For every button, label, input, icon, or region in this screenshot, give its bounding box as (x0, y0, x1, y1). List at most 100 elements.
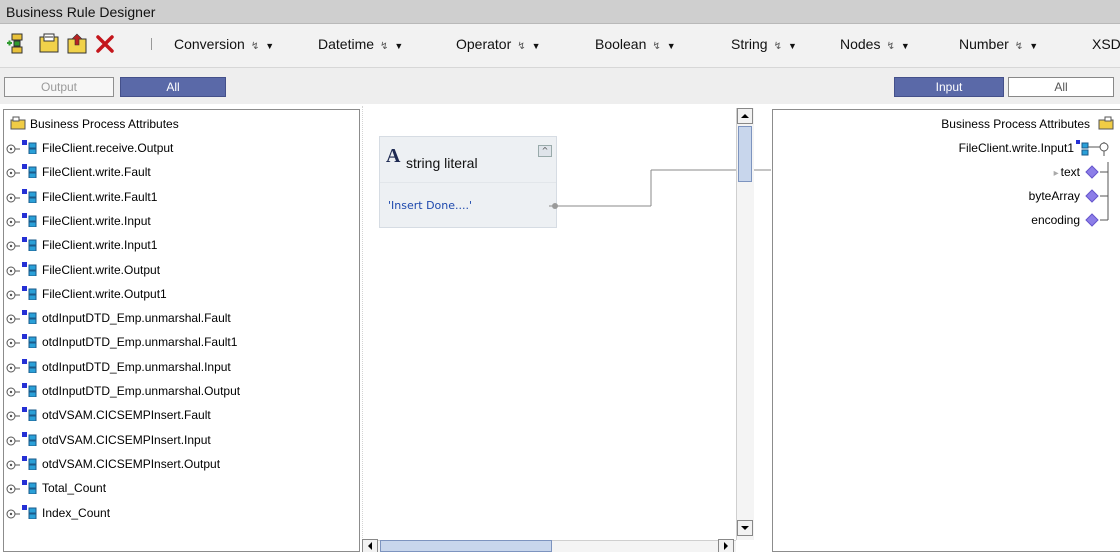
scroll-up-icon[interactable] (737, 108, 753, 124)
node-icon (22, 188, 37, 203)
tab-all-right[interactable]: All (1008, 77, 1114, 97)
input-field-encoding-label: encoding (1031, 213, 1080, 227)
tree-root-label: Business Process Attributes (30, 117, 179, 131)
node-icon (22, 431, 37, 446)
node-icon (22, 285, 37, 300)
node-icon (22, 504, 37, 519)
menu-datetime-label: Datetime (318, 36, 375, 52)
menu-xsd[interactable]: XSD (1092, 36, 1120, 52)
expand-handle-icon[interactable] (6, 290, 20, 300)
expand-handle-icon[interactable] (6, 338, 20, 348)
mapping-connector (549, 169, 771, 209)
dropdown-arrow-icon: ▼ (787, 41, 797, 51)
expand-handle-icon[interactable] (6, 168, 20, 178)
view-tabs-row: Output All Input All (0, 68, 1120, 104)
horizontal-scroll-thumb[interactable] (380, 540, 552, 552)
menu-boolean[interactable]: Boolean ↯ ▼ (595, 36, 676, 52)
tree-item-label: FileClient.write.Input (42, 213, 151, 228)
expand-handle-icon[interactable] (6, 314, 20, 324)
tree-item-label: otdInputDTD_Emp.unmarshal.Output (42, 384, 241, 398)
scroll-right-icon[interactable] (718, 539, 734, 552)
tab-all-left[interactable]: All (120, 77, 226, 97)
menu-string-label: String (731, 36, 768, 52)
tree-item-label: FileClient.receive.Output (42, 141, 174, 155)
expand-handle-icon[interactable] (6, 266, 20, 276)
input-field-encoding[interactable]: encoding (1031, 210, 1080, 230)
connected-arrow-icon: ▸ (1053, 168, 1059, 179)
chevron-down-icon: ↯ (517, 41, 526, 52)
node-icon (22, 407, 37, 422)
node-icon (1076, 140, 1109, 156)
menu-datetime[interactable]: Datetime ↯ ▼ (318, 36, 403, 52)
input-field-text[interactable]: ▸ text (1054, 162, 1080, 182)
menu-xsd-label: XSD (1092, 36, 1120, 52)
menu-boolean-label: Boolean (595, 36, 647, 52)
tree-item-label: otdInputDTD_Emp.unmarshal.Input (42, 359, 231, 374)
tab-output[interactable]: Output (4, 77, 114, 97)
menu-number[interactable]: Number ↯ ▼ (959, 36, 1038, 52)
delete-icon[interactable] (94, 33, 116, 55)
expand-handle-icon[interactable] (6, 509, 20, 519)
tree-root-business-process-attributes[interactable]: Business Process Attributes (10, 114, 179, 134)
menu-conversion[interactable]: Conversion ↯ ▼ (174, 36, 274, 52)
tree-item-label: Total_Count (42, 481, 107, 496)
expand-handle-icon[interactable] (6, 411, 20, 421)
dropdown-arrow-icon: ▼ (394, 41, 404, 51)
save-rule-icon[interactable] (38, 33, 60, 55)
dropdown-arrow-icon: ▼ (666, 41, 676, 51)
input-field-connectors (1085, 162, 1109, 227)
tree-item-label: FileClient.write.Output1 (42, 286, 167, 301)
tree-item-label: otdVSAM.CICSEMPInsert.Fault (42, 408, 211, 423)
input-tree-parent[interactable]: FileClient.write.Input1 (959, 138, 1074, 158)
expand-handle-icon[interactable] (6, 387, 20, 397)
chevron-down-icon: ↯ (886, 41, 895, 52)
expand-handle-icon[interactable] (6, 363, 20, 373)
input-field-bytearray[interactable]: byteArray (1029, 186, 1080, 206)
menu-nodes-label: Nodes (840, 36, 881, 52)
window-title: Business Rule Designer (6, 4, 156, 20)
dropdown-arrow-icon: ▼ (1029, 41, 1039, 51)
canvas-horizontal-scrollbar[interactable] (362, 539, 736, 552)
tree-item-label: FileClient.write.Output (42, 262, 161, 277)
dropdown-arrow-icon: ▼ (531, 41, 541, 51)
expand-handle-icon[interactable] (6, 217, 20, 227)
node-icon (22, 310, 37, 325)
expand-handle-icon[interactable] (6, 436, 20, 446)
expand-handle-icon[interactable] (6, 460, 20, 470)
canvas-vertical-scrollbar[interactable] (736, 108, 754, 540)
node-icon (22, 480, 37, 495)
vertical-scroll-thumb[interactable] (738, 126, 752, 182)
tree-item-label: otdInputDTD_Emp.unmarshal.Fault1 (42, 335, 238, 350)
tree-item-label: FileClient.write.Fault1 (42, 189, 158, 204)
chevron-down-icon: ↯ (1014, 41, 1024, 52)
toolbar-separator (151, 38, 152, 50)
expand-handle-icon[interactable] (6, 144, 20, 154)
menu-number-label: Number (959, 36, 1009, 52)
chevron-down-icon: ↯ (773, 41, 782, 52)
tree-item-label: FileClient.write.Input1 (42, 238, 158, 253)
expand-handle-icon[interactable] (6, 484, 20, 494)
menu-string[interactable]: String ↯ ▼ (731, 36, 797, 52)
menu-nodes[interactable]: Nodes ↯ ▼ (840, 36, 910, 52)
output-tree-panel: Business Process Attributes FileClient.r… (3, 109, 360, 552)
menu-operator[interactable]: Operator ↯ ▼ (456, 36, 541, 52)
add-rule-icon[interactable] (6, 33, 28, 55)
business-process-icon (1098, 116, 1114, 130)
tree-item-label: otdVSAM.CICSEMPInsert.Output (42, 456, 221, 471)
dropdown-arrow-icon: ▼ (900, 41, 910, 51)
tab-input[interactable]: Input (894, 77, 1004, 97)
expand-handle-icon[interactable] (6, 193, 20, 203)
mapping-canvas[interactable]: A string literal ^ 'Insert Done....' (362, 106, 771, 552)
menu-operator-label: Operator (456, 36, 512, 52)
expand-handle-icon[interactable] (6, 241, 20, 251)
tree-root-business-process-attributes-input[interactable]: Business Process Attributes (941, 114, 1114, 134)
window-title-bar: Business Rule Designer (0, 0, 1120, 24)
node-icon (22, 212, 37, 227)
scroll-down-icon[interactable] (737, 520, 753, 536)
node-icon (22, 237, 37, 252)
scroll-left-icon[interactable] (362, 539, 378, 552)
input-field-text-label: text (1060, 165, 1080, 179)
toolbar: Conversion ↯ ▼ Datetime ↯ ▼ Operator ↯ ▼ Boole… (0, 24, 1120, 68)
export-rule-icon[interactable] (66, 33, 88, 55)
tree-item-label: otdVSAM.CICSEMPInsert.Input (42, 432, 211, 447)
